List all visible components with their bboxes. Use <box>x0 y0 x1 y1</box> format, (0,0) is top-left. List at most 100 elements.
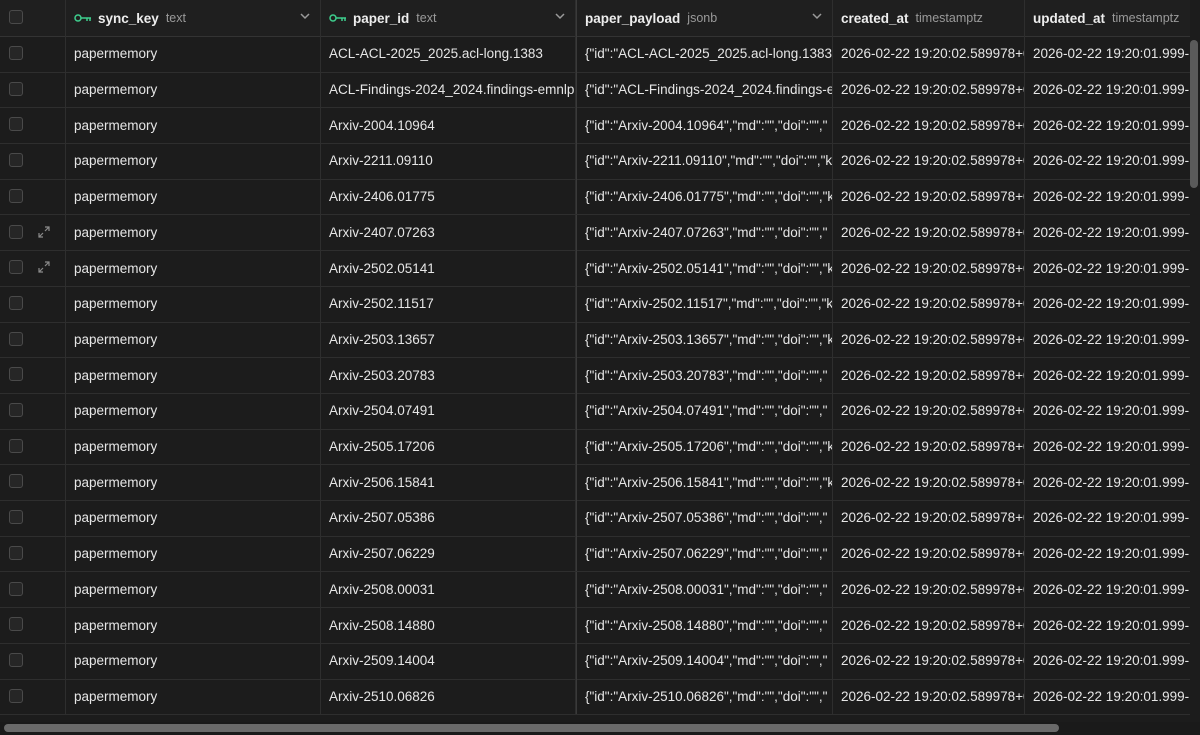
table-row[interactable]: papermemory Arxiv-2004.10964 {"id":"Arxiv-… <box>0 107 1190 145</box>
cell-sync-key[interactable]: papermemory <box>66 107 321 144</box>
cell-updated-at[interactable]: 2026-02-22 19:20:01.999- <box>1025 572 1190 608</box>
cell-paper-id[interactable]: Arxiv-2507.06229 <box>321 535 576 572</box>
table-row[interactable]: papermemory ACL-Findings-2024_2024.findin… <box>0 71 1190 109</box>
cell-created-at[interactable]: 2026-02-22 19:20:02.589978+0 <box>833 500 1025 536</box>
cell-paper-payload[interactable]: {"id":"Arxiv-2508.14880","md":"","doi":"… <box>576 607 833 643</box>
table-row[interactable]: papermemory Arxiv-2407.07263 {"id":"Arxiv-… <box>0 214 1190 252</box>
cell-paper-payload[interactable]: {"id":"Arxiv-2510.06826","md":"","doi":"… <box>576 678 833 715</box>
table-row[interactable]: papermemory Arxiv-2406.01775 {"id":"Arxiv-… <box>0 178 1190 216</box>
cell-sync-key[interactable]: papermemory <box>66 214 321 251</box>
chevron-down-icon[interactable] <box>555 13 565 20</box>
cell-sync-key[interactable]: papermemory <box>66 285 321 322</box>
cell-sync-key[interactable]: papermemory <box>66 393 321 429</box>
cell-sync-key[interactable]: papermemory <box>66 36 321 72</box>
cell-paper-id[interactable]: Arxiv-2508.14880 <box>321 607 576 643</box>
row-checkbox[interactable] <box>9 403 23 417</box>
row-checkbox[interactable] <box>9 295 23 310</box>
table-row[interactable]: papermemory Arxiv-2506.15841 {"id":"Arxiv-… <box>0 464 1190 502</box>
expand-row-icon[interactable] <box>37 225 51 239</box>
cell-sync-key[interactable]: papermemory <box>66 321 321 358</box>
cell-paper-payload[interactable]: {"id":"Arxiv-2504.07491","md":"","doi":"… <box>576 393 833 429</box>
cell-sync-key[interactable]: papermemory <box>66 357 321 393</box>
cell-paper-payload[interactable]: {"id":"Arxiv-2506.15841","md":"","doi":"… <box>576 464 833 501</box>
cell-paper-id[interactable]: Arxiv-2407.07263 <box>321 214 576 251</box>
cell-updated-at[interactable]: 2026-02-22 19:20:01.999- <box>1025 36 1190 72</box>
cell-paper-id[interactable]: Arxiv-2506.15841 <box>321 464 576 501</box>
cell-paper-payload[interactable]: {"id":"ACL-ACL-2025_2025.acl-long.1383" <box>576 36 833 72</box>
cell-paper-payload[interactable]: {"id":"Arxiv-2503.20783","md":"","doi":"… <box>576 357 833 393</box>
row-checkbox[interactable] <box>9 331 23 346</box>
cell-created-at[interactable]: 2026-02-22 19:20:02.589978+0 <box>833 357 1025 393</box>
cell-updated-at[interactable]: 2026-02-22 19:20:01.999- <box>1025 429 1190 465</box>
cell-paper-id[interactable]: Arxiv-2504.07491 <box>321 393 576 429</box>
cell-created-at[interactable]: 2026-02-22 19:20:02.589978+0 <box>833 36 1025 72</box>
cell-paper-id[interactable]: ACL-Findings-2024_2024.findings-emnlp <box>321 71 576 108</box>
table-row[interactable]: papermemory Arxiv-2509.14004 {"id":"Arxiv-… <box>0 642 1190 680</box>
horizontal-scrollbar[interactable] <box>4 724 1059 732</box>
row-checkbox[interactable] <box>9 46 23 60</box>
table-row[interactable]: papermemory Arxiv-2502.05141 {"id":"Arxiv-… <box>0 250 1190 287</box>
row-checkbox[interactable] <box>9 474 23 489</box>
column-header-created-at[interactable]: created_at timestamptz <box>833 0 1025 36</box>
column-header-paper-payload[interactable]: paper_payload jsonb <box>576 0 833 36</box>
cell-paper-payload[interactable]: {"id":"ACL-Findings-2024_2024.findings-e <box>576 71 833 108</box>
row-checkbox[interactable] <box>9 81 23 96</box>
cell-sync-key[interactable]: papermemory <box>66 428 321 465</box>
cell-paper-payload[interactable]: {"id":"Arxiv-2211.09110","md":"","doi":"… <box>576 143 833 179</box>
column-header-updated-at[interactable]: updated_at timestamptz <box>1025 0 1190 36</box>
row-checkbox[interactable] <box>9 617 23 632</box>
chevron-down-icon[interactable] <box>300 13 310 20</box>
cell-sync-key[interactable]: papermemory <box>66 642 321 679</box>
cell-updated-at[interactable]: 2026-02-22 19:20:01.999- <box>1025 179 1190 215</box>
cell-created-at[interactable]: 2026-02-22 19:20:02.589978+0 <box>833 71 1025 108</box>
row-checkbox[interactable] <box>9 510 23 525</box>
cell-sync-key[interactable]: papermemory <box>66 535 321 572</box>
cell-paper-payload[interactable]: {"id":"Arxiv-2502.05141","md":"","doi":"… <box>576 250 833 286</box>
cell-updated-at[interactable]: 2026-02-22 19:20:01.999- <box>1025 643 1190 679</box>
cell-sync-key[interactable]: papermemory <box>66 250 321 286</box>
cell-paper-payload[interactable]: {"id":"Arxiv-2509.14004","md":"","doi":"… <box>576 642 833 679</box>
cell-paper-payload[interactable]: {"id":"Arxiv-2505.17206","md":"","doi":"… <box>576 428 833 465</box>
cell-paper-payload[interactable]: {"id":"Arxiv-2406.01775","md":"","doi":"… <box>576 178 833 215</box>
cell-updated-at[interactable]: 2026-02-22 19:20:01.999- <box>1025 607 1190 643</box>
table-row[interactable]: papermemory Arxiv-2505.17206 {"id":"Arxiv-… <box>0 428 1190 466</box>
table-row[interactable]: papermemory Arxiv-2507.06229 {"id":"Arxiv-… <box>0 535 1190 573</box>
cell-paper-id[interactable]: Arxiv-2502.11517 <box>321 285 576 322</box>
cell-created-at[interactable]: 2026-02-22 19:20:02.589978+0 <box>833 250 1025 286</box>
cell-updated-at[interactable]: 2026-02-22 19:20:01.999- <box>1025 464 1190 500</box>
cell-paper-id[interactable]: Arxiv-2406.01775 <box>321 178 576 215</box>
cell-updated-at[interactable]: 2026-02-22 19:20:01.999- <box>1025 72 1190 108</box>
cell-paper-id[interactable]: Arxiv-2004.10964 <box>321 107 576 144</box>
cell-sync-key[interactable]: papermemory <box>66 500 321 536</box>
table-row[interactable]: papermemory Arxiv-2502.11517 {"id":"Arxiv-… <box>0 285 1190 323</box>
cell-updated-at[interactable]: 2026-02-22 19:20:01.999- <box>1025 322 1190 358</box>
cell-created-at[interactable]: 2026-02-22 19:20:02.589978+0 <box>833 535 1025 572</box>
column-header-sync-key[interactable]: sync_key text <box>66 0 321 36</box>
column-header-paper-id[interactable]: paper_id text <box>321 0 576 36</box>
cell-created-at[interactable]: 2026-02-22 19:20:02.589978+0 <box>833 393 1025 429</box>
chevron-down-icon[interactable] <box>812 13 822 20</box>
cell-created-at[interactable]: 2026-02-22 19:20:02.589978+0 <box>833 285 1025 322</box>
table-row[interactable]: papermemory Arxiv-2508.14880 {"id":"Arxiv-… <box>0 607 1190 644</box>
cell-updated-at[interactable]: 2026-02-22 19:20:01.999- <box>1025 107 1190 143</box>
table-row[interactable]: papermemory ACL-ACL-2025_2025.acl-long.13… <box>0 36 1190 73</box>
cell-created-at[interactable]: 2026-02-22 19:20:02.589978+0 <box>833 178 1025 215</box>
cell-paper-payload[interactable]: {"id":"Arxiv-2503.13657","md":"","doi":"… <box>576 321 833 358</box>
cell-paper-id[interactable]: ACL-ACL-2025_2025.acl-long.1383 <box>321 36 576 72</box>
cell-updated-at[interactable]: 2026-02-22 19:20:01.999- <box>1025 679 1190 715</box>
cell-created-at[interactable]: 2026-02-22 19:20:02.589978+0 <box>833 607 1025 643</box>
cell-paper-id[interactable]: Arxiv-2510.06826 <box>321 678 576 715</box>
cell-sync-key[interactable]: papermemory <box>66 143 321 179</box>
table-row[interactable]: papermemory Arxiv-2504.07491 {"id":"Arxiv-… <box>0 393 1190 430</box>
expand-row-icon[interactable] <box>37 260 51 274</box>
cell-paper-id[interactable]: Arxiv-2502.05141 <box>321 250 576 286</box>
cell-paper-payload[interactable]: {"id":"Arxiv-2507.06229","md":"","doi":"… <box>576 535 833 572</box>
table-row[interactable]: papermemory Arxiv-2507.05386 {"id":"Arxiv-… <box>0 500 1190 537</box>
cell-created-at[interactable]: 2026-02-22 19:20:02.589978+0 <box>833 642 1025 679</box>
cell-paper-id[interactable]: Arxiv-2503.13657 <box>321 321 576 358</box>
table-row[interactable]: papermemory Arxiv-2503.20783 {"id":"Arxiv-… <box>0 357 1190 394</box>
cell-sync-key[interactable]: papermemory <box>66 571 321 608</box>
table-row[interactable]: papermemory Arxiv-2503.13657 {"id":"Arxiv-… <box>0 321 1190 359</box>
cell-created-at[interactable]: 2026-02-22 19:20:02.589978+0 <box>833 464 1025 501</box>
cell-sync-key[interactable]: papermemory <box>66 607 321 643</box>
